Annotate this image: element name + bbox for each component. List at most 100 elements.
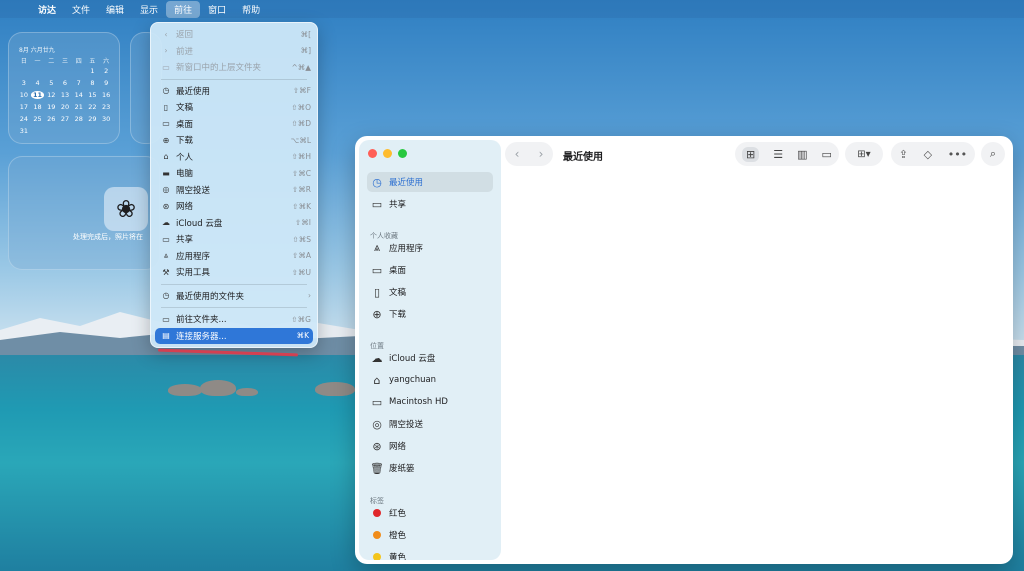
menu-finder[interactable]: 访达: [30, 1, 64, 18]
sidebar-item[interactable]: ▭ Macintosh HD: [367, 392, 493, 412]
icon-view-icon[interactable]: ⊞: [742, 146, 760, 162]
group-button[interactable]: ⊞▾: [845, 142, 883, 166]
go-menu-item[interactable]: ⌂ 个人 ⇧⌘H: [151, 149, 317, 166]
sidebar-item[interactable]: ▭ 桌面: [367, 260, 493, 280]
calendar-widget[interactable]: 8月 六月廿九 日一二三四五六 1 2 3 4 5 6 7 8 9 10 11 12 13 14 15 16 1…: [8, 32, 120, 144]
calendar-day[interactable]: 5: [44, 79, 58, 87]
calendar-day[interactable]: 15: [86, 91, 100, 99]
go-menu-item[interactable]: ☁ iCloud 云盘 ⇧⌘I: [151, 215, 317, 232]
sidebar-item-label: 网络: [389, 442, 407, 452]
calendar-day[interactable]: 21: [72, 103, 86, 111]
sidebar-tag[interactable]: 红色: [367, 503, 493, 523]
sidebar-item[interactable]: ⊕ 下载: [367, 304, 493, 324]
calendar-day[interactable]: 16: [99, 91, 113, 99]
menu-go[interactable]: 前往: [166, 0, 201, 18]
menu-item-shortcut: ⇧⌘G: [291, 314, 311, 324]
calendar-day[interactable]: 19: [44, 103, 58, 111]
forward-icon[interactable]: ›: [539, 147, 544, 161]
calendar-day[interactable]: 7: [72, 79, 86, 87]
calendar-day[interactable]: 3: [17, 79, 31, 87]
calendar-day[interactable]: 8: [86, 79, 100, 87]
sidebar-tag[interactable]: 黄色: [367, 547, 493, 560]
gallery-view-icon[interactable]: ▭: [822, 148, 832, 161]
calendar-day[interactable]: 20: [58, 103, 72, 111]
list-view-icon[interactable]: ☰: [773, 148, 783, 161]
calendar-day[interactable]: [44, 67, 58, 75]
menu-item-label: 前进: [176, 46, 194, 57]
menu-item-shortcut: ⌘K: [296, 331, 309, 341]
menu-item-label: 个人: [176, 152, 194, 163]
go-menu-item[interactable]: ⩓ 应用程序 ⇧⌘A: [151, 248, 317, 265]
sidebar-item[interactable]: ▯ 文稿: [367, 282, 493, 302]
calendar-day[interactable]: 25: [31, 115, 45, 123]
menu-item-shortcut: ⇧⌘C: [291, 168, 311, 178]
sidebar-tag[interactable]: 橙色: [367, 525, 493, 545]
photos-widget[interactable]: ❀ 处理完成后，照片将在: [8, 156, 160, 270]
go-menu-item[interactable]: ⊛ 网络 ⇧⌘K: [151, 198, 317, 215]
go-menu-item[interactable]: ▯ 文稿 ⇧⌘O: [151, 99, 317, 116]
sidebar-item[interactable]: ⊛ 网络: [367, 436, 493, 456]
calendar-day[interactable]: [31, 67, 45, 75]
menu-view[interactable]: 显示: [132, 1, 166, 18]
menu-item-label: 共享: [176, 235, 194, 246]
sidebar-item[interactable]: ◷ 最近使用: [367, 172, 493, 192]
calendar-weekday: 五: [89, 58, 96, 65]
calendar-day[interactable]: 13: [58, 91, 72, 99]
calendar-day[interactable]: 23: [99, 103, 113, 111]
calendar-day[interactable]: 12: [44, 91, 58, 99]
calendar-day[interactable]: 6: [58, 79, 72, 87]
go-menu-item[interactable]: ⚒ 实用工具 ⇧⌘U: [151, 264, 317, 281]
sidebar-item[interactable]: ⌂ yangchuan: [367, 370, 493, 390]
calendar-day[interactable]: 17: [17, 103, 31, 111]
view-mode-buttons: ⊞ ☰ ▥ ▭: [735, 142, 839, 166]
minimize-button[interactable]: [383, 149, 392, 158]
share-icon[interactable]: ⇪: [899, 148, 908, 161]
calendar-day[interactable]: 4: [31, 79, 45, 87]
calendar-day[interactable]: 2: [99, 67, 113, 75]
calendar-day[interactable]: [17, 67, 31, 75]
calendar-day[interactable]: [72, 67, 86, 75]
menu-window[interactable]: 窗口: [200, 1, 234, 18]
airdrop-icon: ◎: [162, 185, 170, 195]
go-menu-item[interactable]: ◷ 最近使用 ⇧⌘F: [151, 83, 317, 100]
calendar-day[interactable]: 26: [44, 115, 58, 123]
calendar-day[interactable]: [58, 67, 72, 75]
calendar-day[interactable]: 24: [17, 115, 31, 123]
calendar-day[interactable]: 31: [17, 127, 31, 135]
sidebar-item[interactable]: 🗑 废纸篓: [367, 458, 493, 478]
calendar-day[interactable]: 28: [72, 115, 86, 123]
calendar-day[interactable]: 27: [58, 115, 72, 123]
sidebar-item[interactable]: ☁ iCloud 云盘: [367, 348, 493, 368]
go-menu-item[interactable]: ▬ 电脑 ⇧⌘C: [151, 165, 317, 182]
go-menu-item[interactable]: ▭ 共享 ⇧⌘S: [151, 231, 317, 248]
zoom-button[interactable]: [398, 149, 407, 158]
calendar-day[interactable]: 22: [86, 103, 100, 111]
sidebar-item[interactable]: ⩓ 应用程序: [367, 238, 493, 258]
sidebar-item[interactable]: ▭ 共享: [367, 194, 493, 214]
more-icon[interactable]: •••: [948, 148, 967, 161]
menu-edit[interactable]: 编辑: [98, 1, 132, 18]
calendar-day[interactable]: 10: [17, 91, 31, 99]
calendar-day[interactable]: 30: [99, 115, 113, 123]
go-menu-item[interactable]: ▭ 前往文件夹... ⇧⌘G: [151, 311, 317, 328]
go-menu-item[interactable]: ▤ 连接服务器... ⌘K: [155, 327, 313, 344]
sidebar-item[interactable]: ◎ 隔空投送: [367, 414, 493, 434]
go-menu-item[interactable]: ▭ 桌面 ⇧⌘D: [151, 116, 317, 133]
calendar-day[interactable]: 1: [86, 67, 100, 75]
go-menu-item: ‹ 返回 ⌘[: [151, 26, 317, 43]
tag-icon[interactable]: ◇: [924, 148, 932, 161]
calendar-day[interactable]: 18: [31, 103, 45, 111]
search-button[interactable]: ⌕: [981, 142, 1005, 166]
close-button[interactable]: [368, 149, 377, 158]
calendar-day[interactable]: 11: [30, 91, 45, 99]
calendar-day[interactable]: 9: [99, 79, 113, 87]
go-menu-item[interactable]: ⊕ 下载 ⌥⌘L: [151, 132, 317, 149]
menu-file[interactable]: 文件: [64, 1, 98, 18]
go-menu-item[interactable]: ◎ 隔空投送 ⇧⌘R: [151, 182, 317, 199]
back-icon[interactable]: ‹: [515, 147, 520, 161]
calendar-day[interactable]: 29: [86, 115, 100, 123]
go-menu-item[interactable]: ◷ 最近使用的文件夹 ›: [151, 288, 317, 305]
menu-help[interactable]: 帮助: [234, 1, 268, 18]
calendar-day[interactable]: 14: [72, 91, 86, 99]
column-view-icon[interactable]: ▥: [797, 148, 807, 161]
